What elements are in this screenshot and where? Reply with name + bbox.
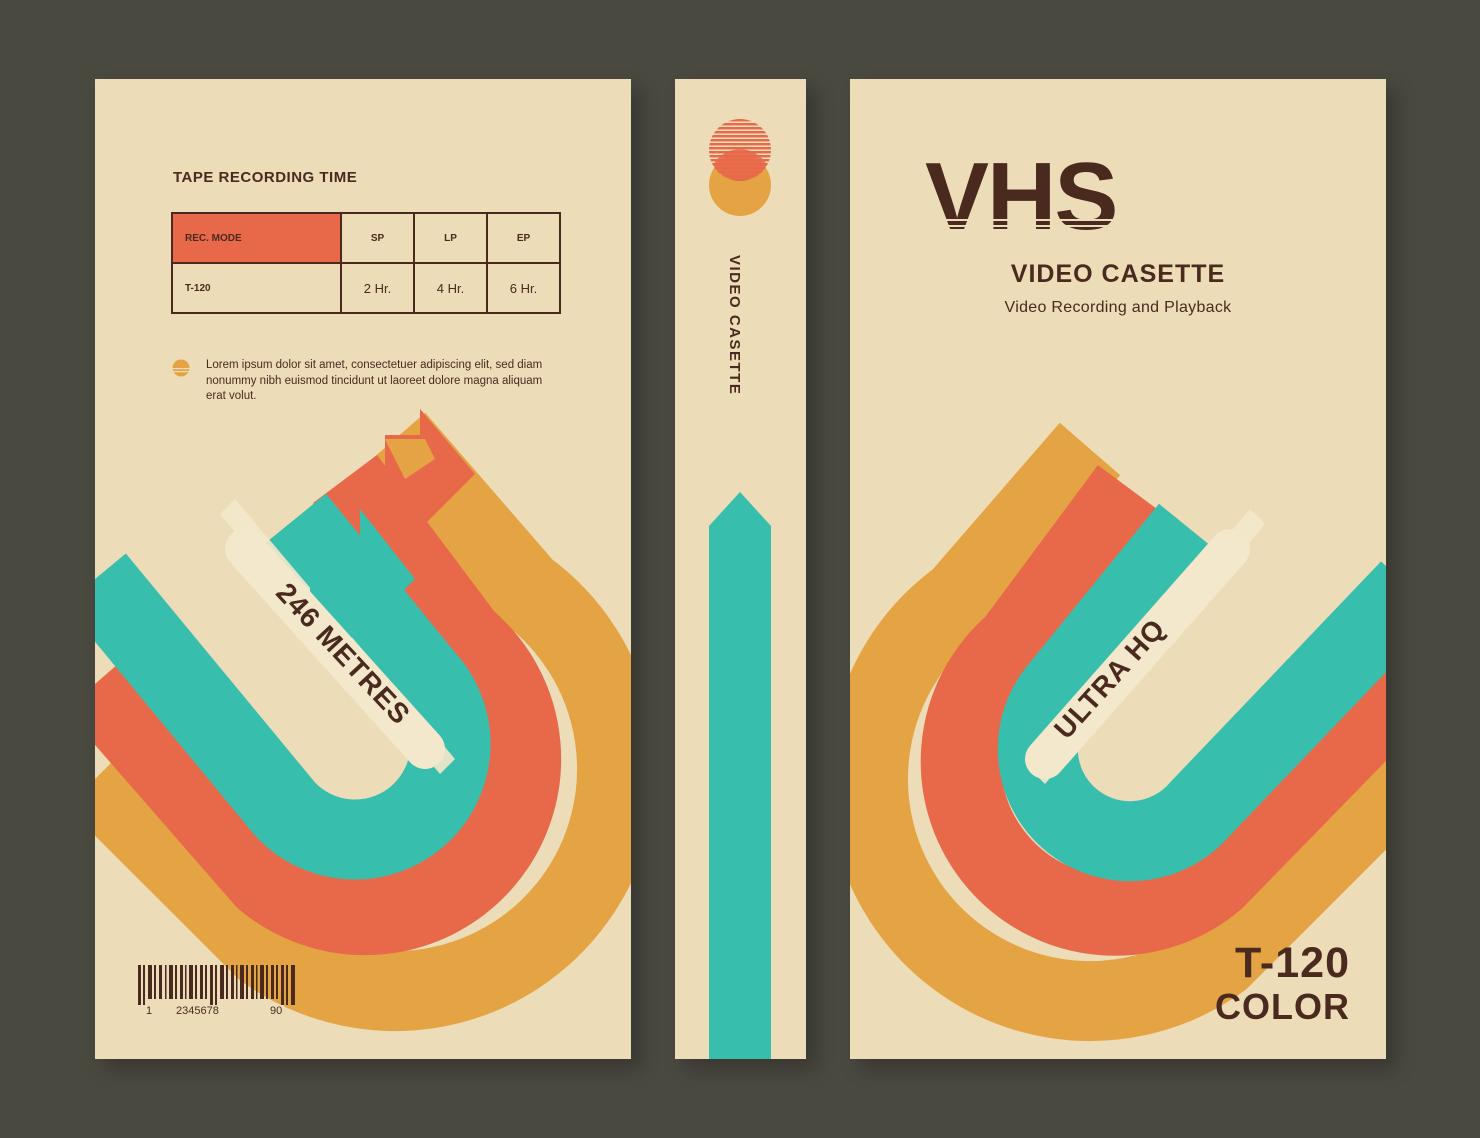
cell-tape: T-120 <box>171 262 342 314</box>
model-number: T-120 <box>1235 939 1350 987</box>
bullet-dot-icon <box>172 359 190 377</box>
brand-stripes <box>920 219 1320 249</box>
barcode: 1 2345678 90 <box>138 965 298 1017</box>
cell-ep: 6 Hr. <box>486 262 561 314</box>
spine-panel: VIDEO CASETTE <box>675 79 806 1059</box>
model-block: T-120 COLOR <box>1215 941 1350 1029</box>
barcode-middle-digits: 2345678 <box>174 1005 221 1017</box>
header-lp: LP <box>413 212 488 264</box>
lorem-text: Lorem ipsum dolor sit amet, consectetuer… <box>206 359 543 402</box>
recording-time-title: TAPE RECORDING TIME <box>173 169 358 186</box>
header-rec-mode: REC. MODE <box>171 212 342 264</box>
back-panel: TAPE RECORDING TIME REC. MODE SP LP EP T… <box>95 79 631 1059</box>
table-row: T-120 2 Hr. 4 Hr. 6 Hr. <box>171 262 561 314</box>
spine-label: VIDEO CASETTE <box>726 255 743 396</box>
header-ep: EP <box>486 212 561 264</box>
spine-art <box>709 119 771 1059</box>
barcode-left-digit: 1 <box>144 1005 155 1017</box>
header-sp: SP <box>340 212 415 264</box>
recording-time-table: REC. MODE SP LP EP T-120 2 Hr. 4 Hr. 6 H… <box>171 212 561 314</box>
front-tagline: Video Recording and Playback <box>1004 299 1232 316</box>
model-type: COLOR <box>1215 986 1350 1027</box>
barcode-bars-icon <box>138 965 295 1005</box>
table-header-row: REC. MODE SP LP EP <box>171 212 561 264</box>
front-subtitle: VIDEO CASETTE <box>1010 260 1226 288</box>
barcode-right-digits: 90 <box>268 1005 285 1017</box>
cell-lp: 4 Hr. <box>413 262 488 314</box>
cell-sp: 2 Hr. <box>340 262 415 314</box>
front-panel: VHS VIDEO CASETTE Video Recording and Pl… <box>850 79 1386 1059</box>
